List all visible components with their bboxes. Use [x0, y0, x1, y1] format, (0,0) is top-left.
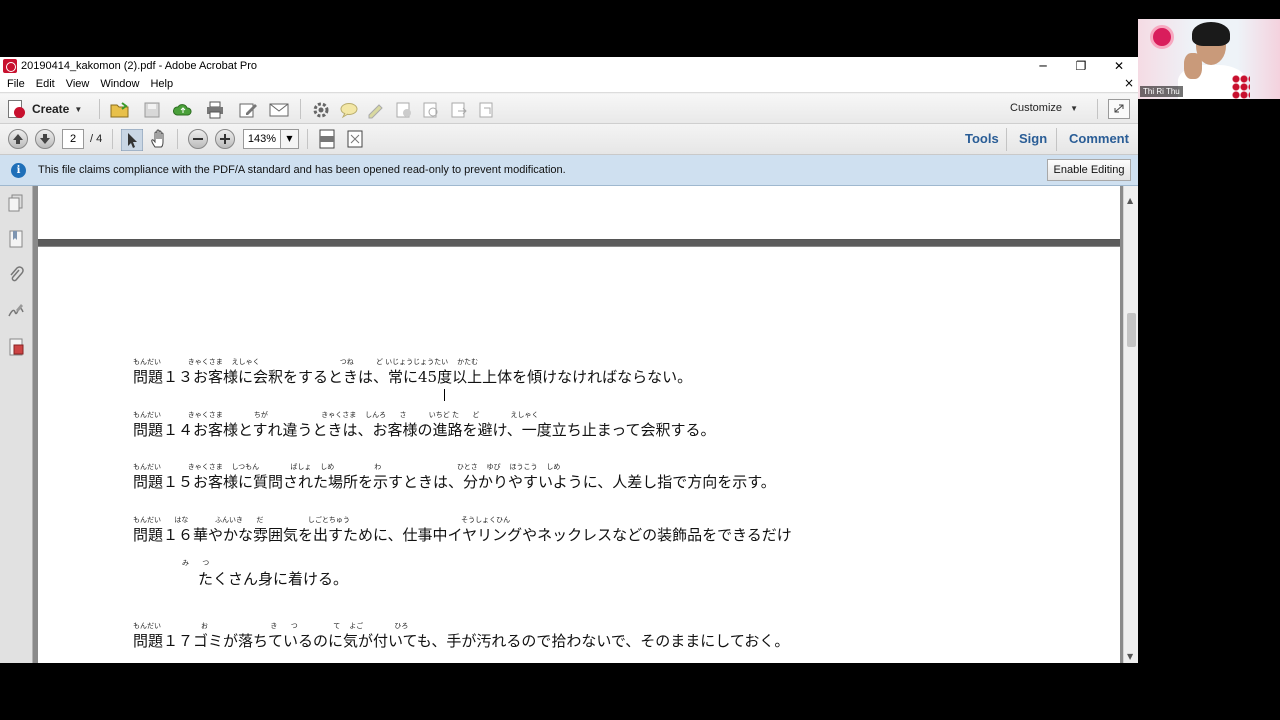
- navigation-pane: [0, 186, 33, 663]
- furigana-line: み つ: [133, 559, 210, 567]
- toolbar-divider: [1006, 128, 1007, 151]
- menu-file[interactable]: File: [7, 78, 25, 90]
- text-cursor-icon: [444, 389, 450, 401]
- chevron-down-icon: ▼: [286, 134, 293, 143]
- menu-edit[interactable]: Edit: [36, 78, 55, 90]
- close-button[interactable]: ✕: [1100, 57, 1138, 75]
- comment-bubble-icon[interactable]: [339, 101, 359, 119]
- select-cursor-icon[interactable]: [121, 129, 143, 151]
- toolbar-divider: [99, 99, 100, 119]
- open-folder-icon[interactable]: [110, 101, 130, 119]
- comment-pane-button[interactable]: Comment: [1069, 131, 1129, 146]
- expand-view-button[interactable]: [1108, 99, 1130, 119]
- previous-page-button[interactable]: [8, 129, 28, 149]
- email-icon[interactable]: [269, 101, 289, 119]
- title-bar: 20190414_kakomon (2).pdf - Adobe Acrobat…: [0, 57, 1138, 75]
- sign-pane-button[interactable]: Sign: [1019, 131, 1047, 146]
- toolbar-divider: [1056, 128, 1057, 151]
- export-icon[interactable]: [477, 101, 497, 119]
- close-document-button[interactable]: ×: [1124, 76, 1134, 90]
- bookmarks-icon[interactable]: [8, 230, 24, 248]
- chevron-down-icon: ▼: [1070, 104, 1078, 113]
- presenter-hair: [1192, 22, 1230, 46]
- restore-button[interactable]: ❐: [1062, 57, 1100, 75]
- quick-tools-toolbar: Create ▼ Customize ▼: [0, 94, 1138, 124]
- question-14: 問題１４お客様とすれ違うときは、お客様の進路を避け、一度立ち止まって会釈する。: [133, 421, 716, 439]
- question-16-continued: たくさん身に着ける。: [198, 570, 349, 588]
- menu-bar: File Edit View Window Help ×: [0, 75, 1138, 93]
- previous-page-bottom: [38, 186, 1120, 240]
- question-15: 問題１５お客様に質問された場所を示すときは、分かりやすいように、人差し指で方向を…: [133, 473, 776, 491]
- zoom-in-button[interactable]: [215, 129, 235, 149]
- webcam-overlay: Thi Ri Thu: [1138, 19, 1280, 99]
- zoom-level-input[interactable]: 143%: [243, 129, 281, 149]
- save-icon[interactable]: [142, 101, 162, 119]
- plus-icon: [220, 134, 230, 144]
- vertical-scrollbar[interactable]: ▲ ▼: [1123, 186, 1138, 663]
- toolbar-divider: [177, 129, 178, 149]
- question-17: 問題１７ゴミが落ちているのに気が付いても、手が汚れるので拾わないで、そのままにし…: [133, 632, 790, 650]
- minimize-button[interactable]: ─: [1024, 57, 1062, 75]
- create-button[interactable]: Create ▼: [6, 97, 88, 121]
- next-page-button[interactable]: [35, 129, 55, 149]
- enable-editing-button[interactable]: Enable Editing: [1047, 159, 1131, 181]
- minus-icon: [193, 138, 203, 140]
- question-13: 問題１３お客様に会釈をするときは、常に45度以上上体を傾けなければならない。: [133, 368, 693, 386]
- document-viewport[interactable]: もんだい きゃくさま えしゃく つね ど いじょうじょうたい かたむ 問題１３お…: [33, 186, 1123, 663]
- toolbar-divider: [112, 129, 113, 149]
- scroll-up-arrow-icon[interactable]: ▲: [1127, 196, 1133, 205]
- zoom-out-button[interactable]: [188, 129, 208, 149]
- menu-window[interactable]: Window: [100, 78, 139, 90]
- arrow-up-icon: [13, 134, 23, 144]
- tools-pane-button[interactable]: Tools: [965, 131, 999, 146]
- page-separator: [38, 240, 1120, 246]
- pdfa-notice-bar: i This file claims compliance with the P…: [0, 155, 1138, 186]
- settings-gear-icon[interactable]: [311, 101, 331, 119]
- highlight-icon[interactable]: [366, 101, 386, 119]
- create-label: Create: [32, 102, 70, 116]
- menu-view[interactable]: View: [66, 78, 90, 90]
- scrollbar-thumb[interactable]: [1127, 313, 1136, 347]
- toolbar-divider: [307, 129, 308, 149]
- toolbar-divider: [1097, 99, 1098, 119]
- acrobat-pdf-icon: [3, 59, 17, 73]
- acrobat-window: 20190414_kakomon (2).pdf - Adobe Acrobat…: [0, 57, 1138, 663]
- window-title: 20190414_kakomon (2).pdf - Adobe Acrobat…: [21, 60, 258, 72]
- notice-message: This file claims compliance with the PDF…: [38, 164, 566, 176]
- presenter-scarf: [1232, 75, 1250, 99]
- info-icon: i: [11, 163, 26, 178]
- question-16: 問題１６華やかな雰囲気を出すために、仕事中イヤリングやネックレスなどの装飾品をで…: [133, 526, 792, 544]
- pdf-page: もんだい きゃくさま えしゃく つね ど いじょうじょうたい かたむ 問題１３お…: [38, 247, 1120, 663]
- school-logo-icon: [1150, 25, 1174, 49]
- fit-page-icon[interactable]: [317, 129, 337, 149]
- zoom-dropdown[interactable]: ▼: [281, 129, 299, 149]
- page-navigation-toolbar: 2 / 4 143% ▼ Tools Sign Comment: [0, 124, 1138, 155]
- menu-help[interactable]: Help: [150, 78, 173, 90]
- page-total: / 4: [90, 133, 103, 145]
- signatures-icon[interactable]: [8, 302, 24, 320]
- fit-width-icon[interactable]: [345, 129, 365, 149]
- content-icon[interactable]: [8, 338, 24, 356]
- customize-menu[interactable]: Customize ▼: [1010, 102, 1078, 114]
- customize-label: Customize: [1010, 102, 1063, 114]
- expand-arrows-icon: [1114, 104, 1124, 113]
- window-controls: ─ ❐ ✕: [1024, 57, 1138, 75]
- scroll-down-arrow-icon[interactable]: ▼: [1127, 652, 1133, 661]
- share-icon[interactable]: [449, 101, 469, 119]
- print-icon[interactable]: [205, 101, 225, 119]
- attachments-icon[interactable]: [8, 266, 24, 284]
- chevron-down-icon: ▼: [74, 104, 83, 114]
- edit-pencil-icon[interactable]: [238, 101, 258, 119]
- page-thumbnails-icon[interactable]: [8, 194, 24, 212]
- attach-icon[interactable]: [421, 101, 441, 119]
- participant-name: Thi Ri Thu: [1140, 86, 1183, 97]
- page-number-input[interactable]: 2: [62, 129, 84, 149]
- toolbar-divider: [300, 99, 301, 119]
- hand-tool-icon[interactable]: [149, 129, 169, 149]
- cloud-upload-icon[interactable]: [173, 101, 193, 119]
- arrow-down-icon: [40, 134, 50, 144]
- create-pdf-icon: [6, 99, 26, 119]
- presenter-hand: [1184, 53, 1202, 79]
- stamp-icon[interactable]: [394, 101, 414, 119]
